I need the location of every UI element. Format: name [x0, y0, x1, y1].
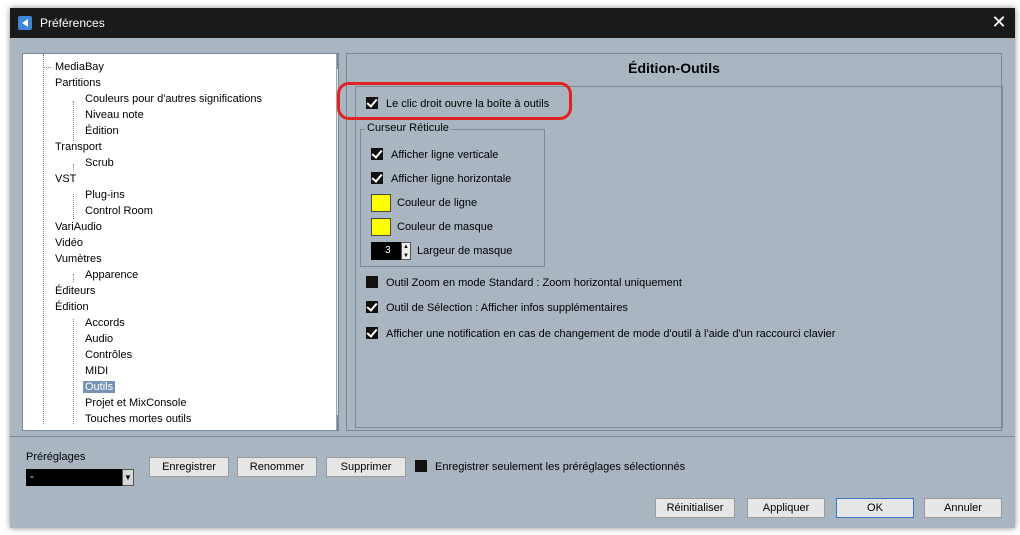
tree-item-edition-partitions[interactable]: Édition	[75, 123, 119, 139]
scroll-down-button[interactable]: ▼	[337, 415, 338, 430]
notify-tool-change-checkbox[interactable]	[366, 327, 378, 340]
scroll-up-button[interactable]: ▲	[337, 54, 338, 69]
tree-guide	[73, 274, 74, 282]
delete-preset-button[interactable]: Supprimer	[326, 457, 406, 477]
notify-tool-change-option[interactable]: Afficher une notification en cas de chan…	[366, 325, 835, 343]
crosshair-group-label: Curseur Réticule	[365, 122, 451, 134]
tree-guide	[73, 319, 74, 424]
zoom-tool-option[interactable]: Outil Zoom en mode Standard : Zoom horiz…	[366, 274, 682, 292]
footer-divider	[10, 436, 1015, 437]
tree-item-transport[interactable]: Transport	[45, 139, 102, 155]
chevron-down-icon[interactable]: ▼	[122, 469, 134, 486]
tree-item-edition[interactable]: Édition	[45, 299, 89, 315]
presets-dropdown[interactable]: - ▼	[26, 469, 134, 486]
tree-item-partial	[23, 54, 26, 64]
tree-item-vumetres[interactable]: Vumètres	[45, 251, 102, 267]
horizontal-line-option[interactable]: Afficher ligne horizontale	[371, 170, 511, 188]
cubase-app-icon	[18, 16, 32, 30]
tree-item-plug-ins[interactable]: Plug-ins	[75, 187, 125, 203]
selection-tool-option[interactable]: Outil de Sélection : Afficher infos supp…	[366, 299, 628, 317]
apply-button[interactable]: Appliquer	[747, 498, 825, 518]
zoom-tool-label: Outil Zoom en mode Standard : Zoom horiz…	[386, 277, 682, 289]
tree-item-mediabay[interactable]: MediaBay	[43, 59, 104, 75]
preferences-tree: MediaBay Partitions Couleurs pour d'autr…	[22, 53, 339, 431]
page-title: Édition-Outils	[628, 60, 720, 76]
zoom-tool-checkbox[interactable]	[366, 276, 378, 289]
vertical-line-option[interactable]: Afficher ligne verticale	[371, 146, 498, 164]
tree-item-apparence[interactable]: Apparence	[75, 267, 138, 283]
close-button[interactable]: ✕	[987, 11, 1011, 35]
presets-value: -	[30, 471, 34, 483]
mask-width-label: Largeur de masque	[417, 245, 513, 257]
tree-guide	[43, 54, 44, 424]
tree-item-scrub[interactable]: Scrub	[75, 155, 114, 171]
tree-item-variaudio[interactable]: VariAudio	[45, 219, 102, 235]
notify-tool-change-label: Afficher une notification en cas de chan…	[386, 328, 836, 340]
tree-item-outils[interactable]: Outils	[75, 379, 116, 395]
save-selected-only-label: Enregistrer seulement les préréglages sé…	[435, 461, 686, 473]
tree-item-control-room[interactable]: Control Room	[75, 203, 153, 219]
cancel-button[interactable]: Annuler	[924, 498, 1002, 518]
close-icon: ✕	[991, 12, 1007, 32]
save-selected-only-checkbox[interactable]	[415, 460, 427, 473]
mask-width-option[interactable]: 3 ▲ ▼ Largeur de masque	[371, 242, 513, 261]
presets-label: Préréglages	[26, 451, 86, 463]
selection-tool-checkbox[interactable]	[366, 301, 378, 314]
tree-guide	[73, 194, 74, 219]
title-bar: Préférences ✕	[10, 8, 1015, 38]
tree-item-video[interactable]: Vidéo	[45, 235, 83, 251]
vertical-line-checkbox[interactable]	[371, 148, 383, 161]
mask-width-stepper[interactable]: 3 ▲ ▼	[371, 242, 411, 261]
save-selected-only-option[interactable]: Enregistrer seulement les préréglages sé…	[415, 458, 685, 476]
line-color-option[interactable]: Couleur de ligne	[371, 194, 478, 213]
settings-frame: Le clic droit ouvre la boîte à outils Cu…	[355, 86, 1003, 428]
tree-item-touches-mortes[interactable]: Touches mortes outils	[75, 411, 191, 427]
vertical-line-label: Afficher ligne verticale	[391, 149, 499, 161]
mask-color-label: Couleur de masque	[397, 221, 494, 233]
tree-item-editeurs[interactable]: Éditeurs	[45, 283, 95, 299]
tree-guide	[73, 101, 74, 141]
reset-button[interactable]: Réinitialiser	[655, 498, 735, 518]
ok-button[interactable]: OK	[836, 498, 914, 518]
window-title: Préférences	[40, 16, 105, 30]
tree-item-projet-mixconsole[interactable]: Projet et MixConsole	[75, 395, 187, 411]
tree-item-partitions[interactable]: Partitions	[45, 75, 101, 91]
stepper-arrows-icon[interactable]: ▲ ▼	[401, 242, 411, 261]
tree-item-midi[interactable]: MIDI	[75, 363, 108, 379]
highlight-ring	[337, 82, 572, 120]
preferences-window: Préférences ✕ MediaBay Partitions Couleu…	[10, 8, 1015, 528]
save-preset-button[interactable]: Enregistrer	[149, 457, 229, 477]
mask-width-value: 3	[385, 245, 391, 257]
tree-item-audio[interactable]: Audio	[75, 331, 113, 347]
rename-preset-button[interactable]: Renommer	[237, 457, 317, 477]
crosshair-group: Curseur Réticule Afficher ligne vertical…	[360, 122, 545, 267]
line-color-label: Couleur de ligne	[397, 197, 478, 209]
tree-item-accords[interactable]: Accords	[75, 315, 125, 331]
line-color-swatch[interactable]	[371, 194, 391, 213]
tree-item-couleurs[interactable]: Couleurs pour d'autres significations	[75, 91, 262, 107]
horizontal-line-checkbox[interactable]	[371, 172, 383, 185]
tree-item-vst[interactable]: VST	[45, 171, 76, 187]
tree-item-niveau-note[interactable]: Niveau note	[75, 107, 144, 123]
tree-item-controles[interactable]: Contrôles	[75, 347, 132, 363]
mask-color-option[interactable]: Couleur de masque	[371, 218, 494, 237]
selection-tool-label: Outil de Sélection : Afficher infos supp…	[386, 302, 628, 314]
mask-color-swatch[interactable]	[371, 218, 391, 237]
horizontal-line-label: Afficher ligne horizontale	[391, 173, 512, 185]
